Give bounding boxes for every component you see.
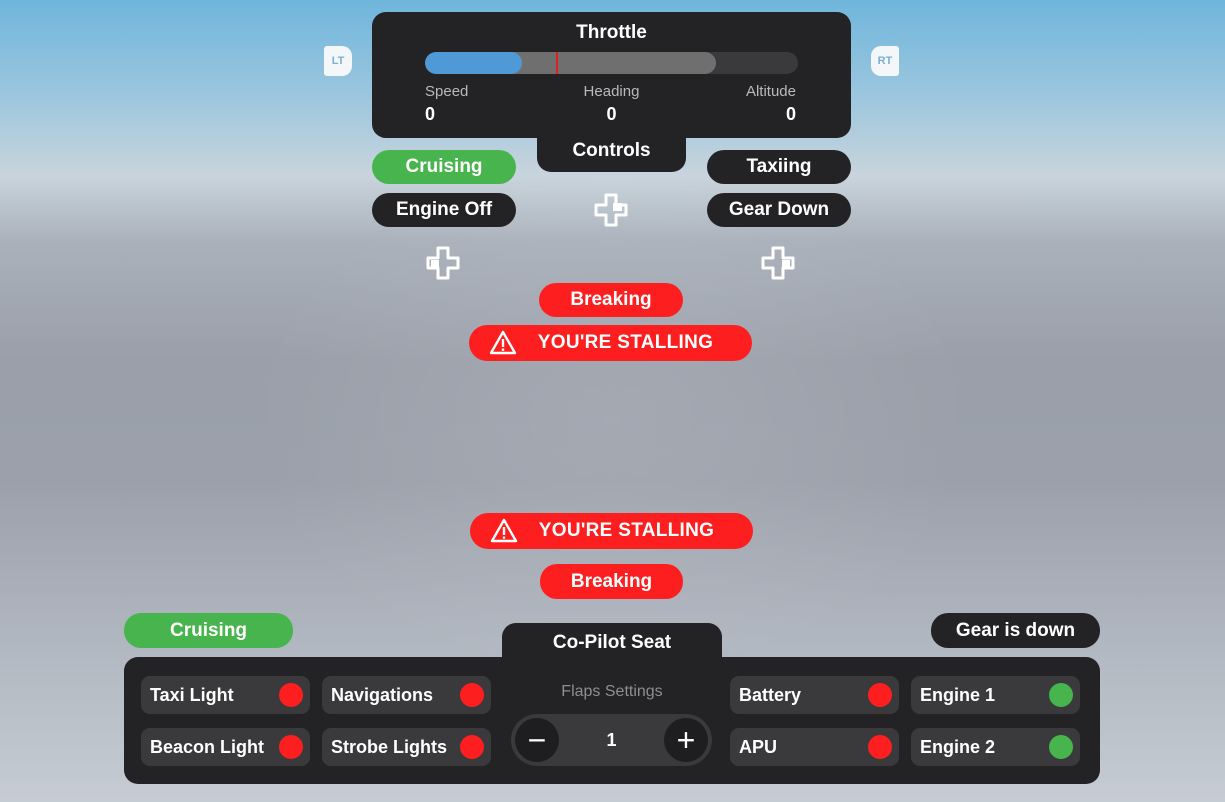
rt-trigger-icon: RT (871, 46, 899, 76)
status-indicator (279, 683, 303, 707)
flaps-increase-button[interactable]: + (664, 718, 708, 762)
status-indicator (1049, 683, 1073, 707)
cruising-button[interactable]: Cruising (372, 150, 516, 184)
gear-status-badge: Gear is down (931, 613, 1100, 648)
status-indicator (279, 735, 303, 759)
switch-label: Beacon Light (150, 737, 265, 757)
copilot-seat-tab: Co-Pilot Seat (502, 623, 722, 671)
switch-label: Engine 1 (920, 685, 996, 705)
flaps-stepper: 1 − + (511, 714, 712, 766)
heading-value: 0 (606, 104, 617, 124)
dpad-icon (426, 246, 460, 280)
switch-label: Navigations (331, 685, 434, 705)
throttle-marker (555, 52, 558, 74)
navigations-switch[interactable]: Navigations (322, 676, 491, 714)
engine-2-switch[interactable]: Engine 2 (911, 728, 1080, 766)
stall-warning-text: YOU'RE STALLING (538, 520, 715, 541)
throttle-bar[interactable] (425, 52, 798, 74)
status-indicator (868, 683, 892, 707)
switch-label: Taxi Light (150, 685, 234, 705)
switch-label: Battery (739, 685, 802, 705)
status-indicator (460, 683, 484, 707)
taxiing-button[interactable]: Taxiing (707, 150, 851, 184)
flaps-decrease-button[interactable]: − (515, 718, 559, 762)
stall-warning: YOU'RE STALLING (470, 513, 753, 549)
engine-off-button[interactable]: Engine Off (372, 193, 516, 227)
throttle-fill (425, 52, 522, 74)
taxi-light-switch[interactable]: Taxi Light (141, 676, 310, 714)
gear-down-button[interactable]: Gear Down (707, 193, 851, 227)
switch-label: Strobe Lights (331, 737, 447, 757)
status-indicator (460, 735, 484, 759)
stall-warning-text: YOU'RE STALLING (537, 332, 714, 353)
beacon-light-switch[interactable]: Beacon Light (141, 728, 310, 766)
braking-alert: Breaking (540, 564, 683, 599)
braking-alert: Breaking (539, 283, 683, 317)
lt-trigger-icon: LT (324, 46, 352, 76)
status-indicator (1049, 735, 1073, 759)
altitude-label: Altitude (745, 83, 796, 100)
battery-switch[interactable]: Battery (730, 676, 899, 714)
switch-label: APU (739, 737, 778, 757)
altitude-value: 0 (785, 104, 796, 124)
dpad-icon (594, 193, 628, 227)
copilot-cruising-status[interactable]: Cruising (124, 613, 293, 648)
throttle-panel: Throttle Speed 0 Heading 0 Altitude 0 (372, 12, 851, 138)
switch-label: Engine 2 (920, 737, 996, 757)
stall-warning: YOU'RE STALLING (469, 325, 752, 361)
throttle-title: Throttle (576, 22, 647, 43)
strobe-lights-switch[interactable]: Strobe Lights (322, 728, 491, 766)
status-indicator (868, 735, 892, 759)
controls-tab: Controls (537, 130, 686, 172)
apu-switch[interactable]: APU (730, 728, 899, 766)
engine-1-switch[interactable]: Engine 1 (911, 676, 1080, 714)
flaps-settings-label: Flaps Settings (561, 683, 663, 700)
dpad-icon (761, 246, 795, 280)
